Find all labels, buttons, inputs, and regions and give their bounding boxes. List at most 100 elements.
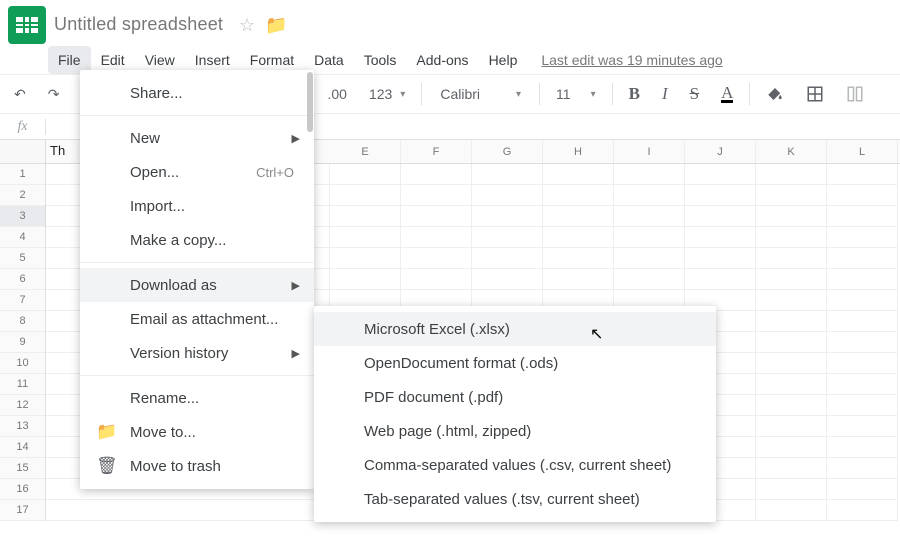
italic-button[interactable]: I [656,80,674,108]
file-menu-move-to-trash[interactable]: 🗑Move to trash [80,449,314,483]
cell[interactable] [827,437,898,458]
cell[interactable] [330,185,401,206]
column-header[interactable]: H [543,140,614,163]
last-edit-link[interactable]: Last edit was 19 minutes ago [541,52,722,68]
select-all-corner[interactable] [0,140,45,164]
bold-button[interactable]: B [623,80,646,108]
cell[interactable] [756,206,827,227]
font-size-select[interactable]: 11▾ [550,84,602,104]
cell[interactable] [330,206,401,227]
cell[interactable] [330,248,401,269]
cell[interactable] [827,164,898,185]
cell[interactable] [827,227,898,248]
cell[interactable] [472,248,543,269]
cell[interactable] [827,290,898,311]
cell[interactable] [401,269,472,290]
cell[interactable] [827,416,898,437]
file-menu-open[interactable]: Open...Ctrl+O [80,155,314,189]
cell[interactable] [756,311,827,332]
cell[interactable] [756,185,827,206]
file-menu-move-to[interactable]: 📁Move to... [80,415,314,449]
download-csv[interactable]: Comma-separated values (.csv, current sh… [314,448,716,482]
cell[interactable] [827,479,898,500]
file-menu-download-as[interactable]: Download as▶ [80,268,314,302]
merge-cells-button[interactable] [840,81,870,107]
cell[interactable] [827,311,898,332]
download-xlsx[interactable]: Microsoft Excel (.xlsx) [314,312,716,346]
row-header[interactable]: 16 [0,479,45,500]
folder-icon[interactable]: 📁 [265,15,287,36]
borders-button[interactable] [800,81,830,107]
cell[interactable] [543,269,614,290]
decrease-decimal-button[interactable]: .00 [321,82,352,106]
row-header[interactable]: 1 [0,164,45,185]
cell[interactable] [827,332,898,353]
cell[interactable] [827,248,898,269]
cell[interactable] [472,227,543,248]
column-header[interactable]: L [827,140,898,163]
file-menu-make-copy[interactable]: Make a copy... [80,223,314,257]
cell[interactable] [756,374,827,395]
cell[interactable] [472,206,543,227]
file-menu-email-attachment[interactable]: Email as attachment... [80,302,314,336]
cell[interactable] [401,227,472,248]
cell[interactable] [543,227,614,248]
file-menu-rename[interactable]: Rename... [80,381,314,415]
cell[interactable] [756,458,827,479]
cell[interactable] [756,353,827,374]
row-header[interactable]: 8 [0,311,45,332]
row-header[interactable]: 5 [0,248,45,269]
star-icon[interactable]: ☆ [239,15,255,36]
download-tsv[interactable]: Tab-separated values (.tsv, current shee… [314,482,716,516]
cell[interactable] [472,164,543,185]
cell[interactable] [472,185,543,206]
row-header[interactable]: 3 [0,206,45,227]
fill-color-button[interactable] [760,81,790,107]
cell[interactable] [685,248,756,269]
cell[interactable] [685,164,756,185]
row-header[interactable]: 17 [0,500,45,521]
file-menu-import[interactable]: Import... [80,189,314,223]
cell[interactable] [756,500,827,521]
cell[interactable] [685,269,756,290]
cell[interactable] [756,164,827,185]
file-menu-version-history[interactable]: Version history▶ [80,336,314,370]
cell[interactable] [756,227,827,248]
cell[interactable] [685,206,756,227]
cell[interactable] [401,164,472,185]
cell[interactable] [472,269,543,290]
row-header[interactable]: 12 [0,395,45,416]
column-header[interactable]: E [330,140,401,163]
row-header[interactable]: 15 [0,458,45,479]
cell[interactable] [614,269,685,290]
cell[interactable] [685,185,756,206]
row-header[interactable]: 9 [0,332,45,353]
cell[interactable] [756,416,827,437]
column-header[interactable]: K [756,140,827,163]
row-header[interactable]: 14 [0,437,45,458]
cell[interactable] [756,479,827,500]
cell[interactable] [614,206,685,227]
cell[interactable] [543,206,614,227]
document-title[interactable]: Untitled spreadsheet [54,14,223,34]
cell[interactable] [543,185,614,206]
cell[interactable] [614,227,685,248]
cell[interactable] [330,269,401,290]
download-html[interactable]: Web page (.html, zipped) [314,414,716,448]
row-header[interactable]: 7 [0,290,45,311]
row-header[interactable]: 6 [0,269,45,290]
cell[interactable] [614,248,685,269]
cell[interactable] [827,185,898,206]
cell[interactable] [756,290,827,311]
cell[interactable] [401,248,472,269]
row-header[interactable]: 10 [0,353,45,374]
redo-button[interactable]: ↷ [42,82,66,107]
cell[interactable] [827,206,898,227]
cell[interactable] [827,374,898,395]
strikethrough-button[interactable]: S [684,80,705,108]
cell[interactable] [827,500,898,521]
cell[interactable] [827,458,898,479]
cell[interactable] [401,185,472,206]
menu-help[interactable]: Help [479,46,528,74]
cell[interactable] [614,185,685,206]
